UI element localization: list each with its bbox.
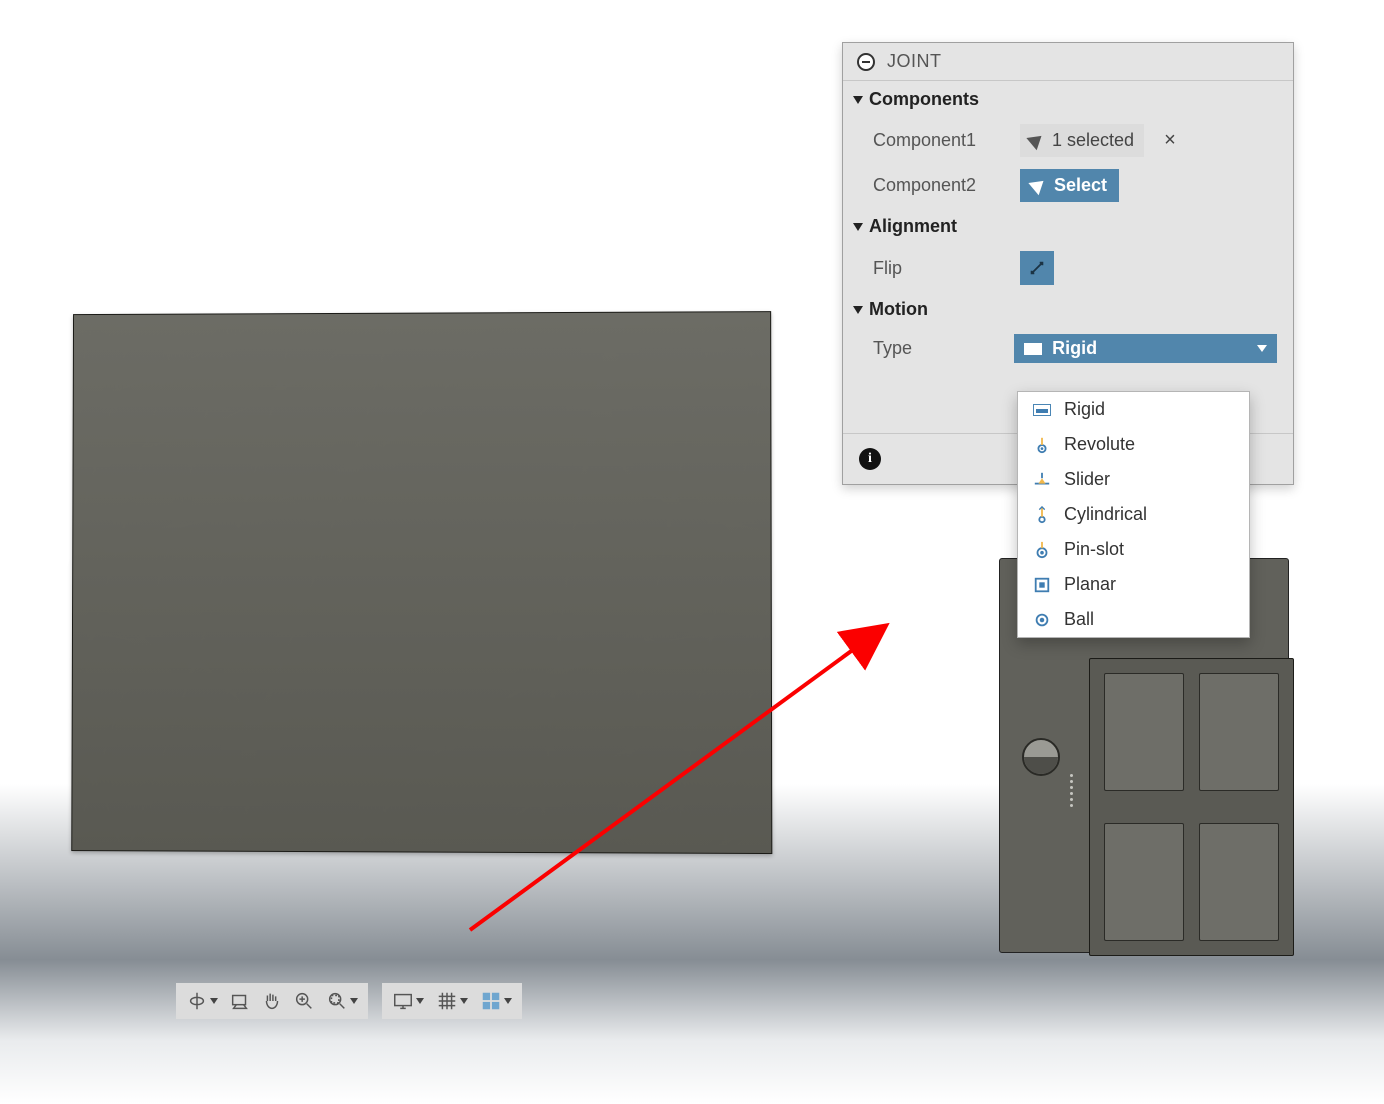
panel-titlebar[interactable]: JOINT bbox=[843, 43, 1293, 81]
select-label: Select bbox=[1054, 175, 1107, 196]
ball-icon bbox=[1032, 611, 1052, 629]
zoom-button[interactable] bbox=[288, 986, 320, 1016]
component2-row: Component2 Select bbox=[843, 163, 1293, 208]
navigation-toolbar bbox=[176, 983, 522, 1019]
option-label: Pin-slot bbox=[1064, 539, 1124, 560]
chevron-down-icon bbox=[853, 306, 863, 314]
fit-icon bbox=[326, 990, 348, 1012]
display-button[interactable] bbox=[386, 986, 430, 1016]
nav-group-1 bbox=[176, 983, 368, 1019]
nav-group-2 bbox=[382, 983, 522, 1019]
rigid-icon bbox=[1024, 343, 1042, 355]
section-motion[interactable]: Motion bbox=[843, 291, 1293, 328]
door-pane bbox=[1199, 823, 1279, 941]
chevron-down-icon bbox=[853, 96, 863, 104]
slider-icon bbox=[1032, 471, 1052, 489]
chevron-down-icon bbox=[460, 998, 468, 1004]
rigid-icon bbox=[1032, 401, 1052, 419]
section-label: Components bbox=[869, 89, 979, 110]
chevron-down-icon bbox=[853, 223, 863, 231]
section-alignment[interactable]: Alignment bbox=[843, 208, 1293, 245]
model-door[interactable] bbox=[1089, 658, 1294, 956]
option-label: Rigid bbox=[1064, 399, 1105, 420]
flip-label: Flip bbox=[873, 258, 1008, 279]
section-label: Motion bbox=[869, 299, 928, 320]
option-label: Ball bbox=[1064, 609, 1094, 630]
motion-type-dropdown: Rigid Revolute Slider Cylindrical Pin-sl… bbox=[1017, 391, 1250, 638]
type-label: Type bbox=[873, 338, 1002, 359]
option-label: Slider bbox=[1064, 469, 1110, 490]
cylindrical-icon bbox=[1032, 506, 1052, 524]
option-label: Revolute bbox=[1064, 434, 1135, 455]
motion-option-rigid[interactable]: Rigid bbox=[1018, 392, 1249, 427]
model-knob[interactable] bbox=[1022, 738, 1060, 776]
model-slab[interactable] bbox=[71, 311, 772, 854]
model-hinge bbox=[1070, 774, 1080, 807]
cursor-icon bbox=[1032, 177, 1046, 195]
door-pane bbox=[1199, 673, 1279, 791]
motion-option-ball[interactable]: Ball bbox=[1018, 602, 1249, 637]
motion-option-cylindrical[interactable]: Cylindrical bbox=[1018, 497, 1249, 532]
look-at-button[interactable] bbox=[224, 986, 256, 1016]
revolute-icon bbox=[1032, 436, 1052, 454]
zoom-icon bbox=[293, 990, 315, 1012]
motion-option-planar[interactable]: Planar bbox=[1018, 567, 1249, 602]
joint-panel: JOINT Components Component1 1 selected ×… bbox=[842, 42, 1294, 485]
option-label: Planar bbox=[1064, 574, 1116, 595]
motion-option-revolute[interactable]: Revolute bbox=[1018, 427, 1249, 462]
display-icon bbox=[392, 990, 414, 1012]
info-icon[interactable]: i bbox=[859, 448, 881, 470]
component1-selection[interactable]: 1 selected bbox=[1020, 124, 1144, 157]
planar-icon bbox=[1032, 576, 1052, 594]
cursor-icon bbox=[1030, 132, 1044, 150]
chevron-down-icon bbox=[350, 998, 358, 1004]
chevron-down-icon bbox=[1257, 345, 1267, 352]
component1-value: 1 selected bbox=[1052, 130, 1134, 151]
motion-option-pinslot[interactable]: Pin-slot bbox=[1018, 532, 1249, 567]
component2-label: Component2 bbox=[873, 175, 1008, 196]
pan-button[interactable] bbox=[256, 986, 288, 1016]
chevron-down-icon bbox=[504, 998, 512, 1004]
section-label: Alignment bbox=[869, 216, 957, 237]
viewports-button[interactable] bbox=[474, 986, 518, 1016]
orbit-button[interactable] bbox=[180, 986, 224, 1016]
flip-row: Flip bbox=[843, 245, 1293, 291]
option-label: Cylindrical bbox=[1064, 504, 1147, 525]
viewports-icon bbox=[480, 990, 502, 1012]
look-at-icon bbox=[229, 990, 251, 1012]
motion-option-slider[interactable]: Slider bbox=[1018, 462, 1249, 497]
chevron-down-icon bbox=[416, 998, 424, 1004]
component1-label: Component1 bbox=[873, 130, 1008, 151]
motion-type-select[interactable]: Rigid bbox=[1014, 334, 1277, 363]
clear-selection-button[interactable]: × bbox=[1164, 129, 1176, 152]
type-row: Type Rigid bbox=[843, 328, 1293, 377]
grid-button[interactable] bbox=[430, 986, 474, 1016]
fit-button[interactable] bbox=[320, 986, 364, 1016]
minimize-icon[interactable] bbox=[857, 53, 875, 71]
chevron-down-icon bbox=[210, 998, 218, 1004]
component1-row: Component1 1 selected × bbox=[843, 118, 1293, 163]
orbit-icon bbox=[186, 990, 208, 1012]
grid-icon bbox=[436, 990, 458, 1012]
pan-icon bbox=[261, 990, 283, 1012]
door-pane bbox=[1104, 673, 1184, 791]
pinslot-icon bbox=[1032, 541, 1052, 559]
flip-icon bbox=[1028, 259, 1046, 277]
select-component2-button[interactable]: Select bbox=[1020, 169, 1119, 202]
type-value: Rigid bbox=[1052, 338, 1097, 359]
door-pane bbox=[1104, 823, 1184, 941]
section-components[interactable]: Components bbox=[843, 81, 1293, 118]
flip-button[interactable] bbox=[1020, 251, 1054, 285]
panel-title: JOINT bbox=[887, 51, 942, 72]
